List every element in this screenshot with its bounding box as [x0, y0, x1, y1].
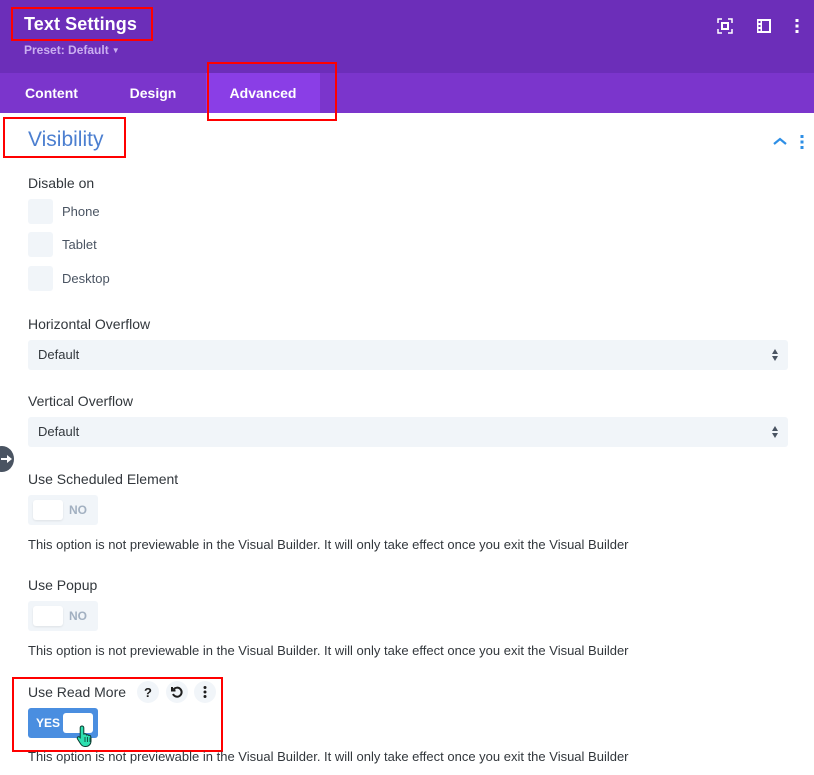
modal-header: Text Settings Preset: Default ▼: [0, 0, 814, 73]
tab-content[interactable]: Content: [0, 73, 103, 113]
vertical-overflow-select[interactable]: Default: [28, 417, 788, 447]
section-title-visibility[interactable]: Visibility: [28, 128, 103, 152]
options-more-vertical-icon[interactable]: [194, 681, 216, 703]
arrow-right-icon: [1, 455, 12, 463]
disable-on-desktop[interactable]: Desktop: [28, 265, 110, 291]
vertical-overflow-label: Vertical Overflow: [28, 393, 134, 409]
horizontal-overflow-value: Default: [38, 347, 80, 362]
tablet-label: Tablet: [62, 236, 97, 252]
disable-on-label: Disable on: [28, 175, 95, 191]
toggle-knob: [33, 500, 63, 520]
tab-bar: Content Design Advanced: [0, 73, 814, 113]
scheduled-element-label: Use Scheduled Element: [28, 471, 179, 487]
horizontal-overflow-select[interactable]: Default: [28, 340, 788, 370]
popup-toggle[interactable]: NO: [28, 601, 98, 631]
tab-advanced[interactable]: Advanced: [206, 73, 320, 113]
preset-label: Preset: Default: [24, 43, 109, 57]
toggle-knob: [63, 713, 93, 733]
tablet-checkbox[interactable]: [28, 231, 53, 257]
read-more-label: Use Read More: [28, 684, 127, 700]
select-arrows-icon: [771, 347, 779, 363]
panel-expand-handle[interactable]: [0, 446, 14, 472]
read-more-note: This option is not previewable in the Vi…: [28, 749, 629, 764]
vertical-overflow-value: Default: [38, 424, 80, 439]
section-more-vertical-icon[interactable]: [796, 134, 808, 150]
popup-label: Use Popup: [28, 577, 98, 593]
disable-on-tablet[interactable]: Tablet: [28, 231, 97, 257]
scheduled-element-toggle[interactable]: NO: [28, 495, 98, 525]
more-vertical-icon[interactable]: [788, 17, 806, 35]
toggle-state-text: NO: [69, 503, 87, 517]
toggle-knob: [33, 606, 63, 626]
toggle-state-text: NO: [69, 609, 87, 623]
phone-label: Phone: [62, 203, 100, 219]
preset-dropdown[interactable]: Preset: Default ▼: [24, 43, 120, 57]
disable-on-phone[interactable]: Phone: [28, 198, 100, 224]
desktop-label: Desktop: [62, 270, 110, 286]
read-more-toggle[interactable]: YES: [28, 708, 98, 738]
caret-down-icon: ▼: [111, 46, 120, 55]
focus-mode-icon[interactable]: [716, 17, 734, 35]
reset-icon[interactable]: [166, 681, 188, 703]
popup-note: This option is not previewable in the Vi…: [28, 643, 629, 658]
modal-title: Text Settings: [24, 14, 137, 34]
help-icon-glyph: ?: [144, 684, 152, 700]
horizontal-overflow-label: Horizontal Overflow: [28, 316, 151, 332]
desktop-checkbox[interactable]: [28, 265, 53, 291]
scheduled-element-note: This option is not previewable in the Vi…: [28, 537, 629, 552]
help-icon[interactable]: ?: [137, 681, 159, 703]
toggle-state-text: YES: [36, 716, 61, 730]
tab-design[interactable]: Design: [103, 73, 203, 113]
phone-checkbox[interactable]: [28, 198, 53, 224]
select-arrows-icon: [771, 424, 779, 440]
sidebar-layout-icon[interactable]: [755, 17, 773, 35]
chevron-up-icon[interactable]: [772, 133, 788, 149]
